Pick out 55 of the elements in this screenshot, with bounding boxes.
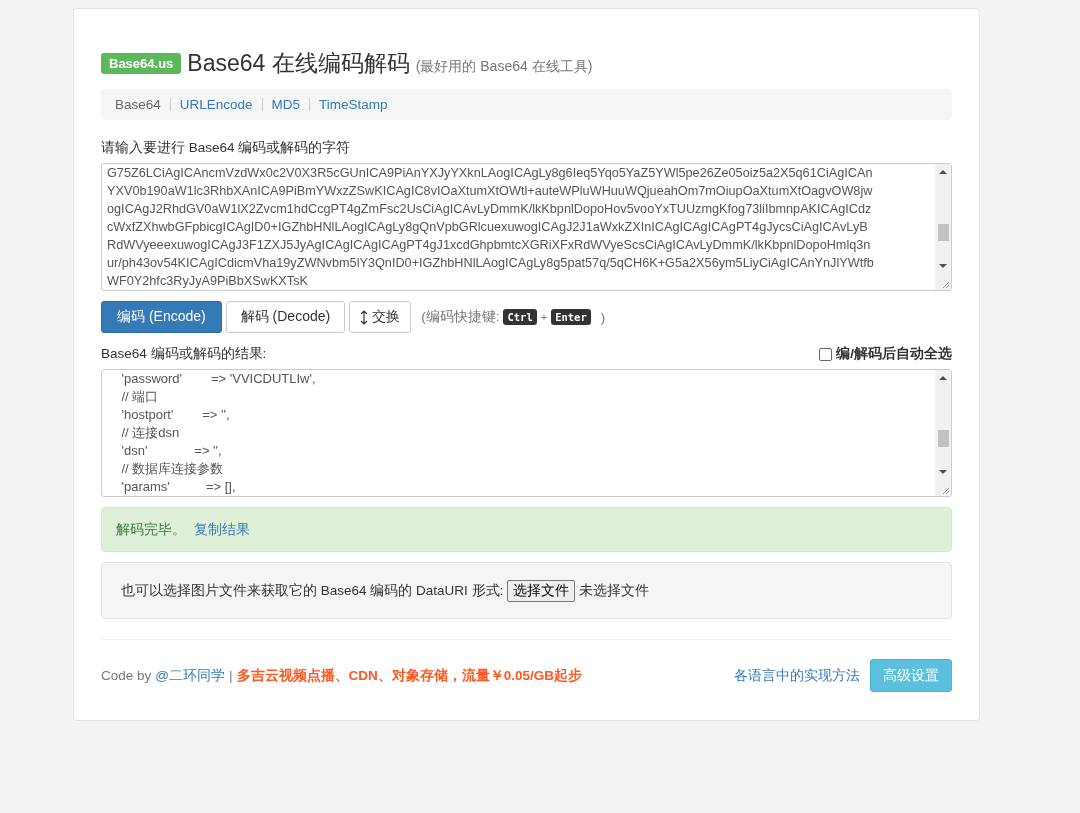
resize-grip-icon[interactable] bbox=[941, 486, 950, 496]
output-textarea[interactable]: 'password' => 'VVICDUTLIw', // 端口 'hostport' => '', // 连接dsn 'dsn' => '', // 数据库连接参数 'params' => [], bbox=[101, 369, 952, 498]
auto-select-checkbox[interactable]: 编/解码后自动全选 bbox=[819, 345, 952, 364]
copy-result-link[interactable]: 复制结果 bbox=[194, 520, 250, 539]
shortcut-hint: (编码快捷键: bbox=[421, 308, 500, 327]
key-cap: Enter bbox=[551, 309, 591, 326]
implementations-link[interactable]: 各语言中的实现方法 bbox=[734, 666, 860, 685]
vertical-arrows-icon bbox=[360, 309, 369, 325]
scroll-down-icon[interactable] bbox=[939, 470, 947, 475]
choose-file-button[interactable]: 选择文件 bbox=[507, 579, 576, 602]
scrollbar[interactable] bbox=[935, 164, 951, 291]
text-line: cWxfZXhwbGFpbicgICAgID0+IGZhbHNlLAogICAgLy8gQnVpbGRlcuexuwogICAgJ2J1aWxkZXInICAgICAgICAgPT4gJycsCiAgICAvLyB bbox=[107, 219, 869, 237]
nav-link[interactable]: URLEncode bbox=[179, 97, 253, 113]
scroll-thumb[interactable] bbox=[937, 430, 949, 448]
input-textarea[interactable] bbox=[101, 163, 952, 292]
key-joiner: + bbox=[540, 311, 548, 324]
text-line: YXV0b190aW1lc3RhbXAnICA9PiBmYWxzZSwKICAgIC8vIOaXtumXtOWtl+auteWPluWHuuWQjueahOm7mOiupOaXtumXtOagvOW8jw bbox=[107, 183, 874, 201]
field-label: Base64 编码或解码的结果: bbox=[101, 345, 267, 364]
text-line: // 连接dsn bbox=[120, 424, 181, 443]
credit-text: Code by bbox=[101, 668, 152, 683]
text-line: // 端口 bbox=[120, 388, 160, 407]
scroll-up-icon[interactable] bbox=[939, 170, 947, 175]
field-label: 请输入要进行 Base64 编码或解码的字符 bbox=[101, 139, 351, 158]
decode-button[interactable]: 解码 (Decode) bbox=[225, 301, 346, 334]
text-line: 'dsn' => '', bbox=[120, 442, 223, 461]
key-cap: Ctrl bbox=[503, 309, 537, 326]
scrollbar[interactable] bbox=[935, 370, 951, 497]
nav-link[interactable]: TimeStamp bbox=[319, 97, 388, 113]
separator: | bbox=[229, 668, 233, 683]
page-subtitle: (最好用的 Base64 在线工具) bbox=[415, 58, 593, 76]
text-line: 'password' => 'VVICDUTLIw', bbox=[120, 370, 317, 389]
text-line: // 数据库连接参数 bbox=[120, 460, 225, 479]
text-line: ogICAgJ2RhdGV0aW1lX2Zvcm1hdCcgPT4gZmFsc2UsCiAgICAvLyDmmK/lkKbpnlDopoHov5vooYxTUUzmgKfog73liIbmnpAKICAgICdz bbox=[107, 201, 873, 219]
nav-link[interactable]: MD5 bbox=[271, 97, 301, 113]
text-line: 'params' => [], bbox=[120, 478, 237, 497]
status-message: 解码完毕。 bbox=[116, 520, 186, 539]
text-line: 'hostport' => '', bbox=[120, 406, 231, 425]
file-status: 未选择文件 bbox=[579, 581, 650, 600]
text-line: G75Z6LCiAgICAncmVzdWx0c2V0X3R5cGUnICA9PiAnYXJyYXknLAogICAgLy8g6Ieq5Yqo5YaZ5YWl5pe26Ze05oiz5a2X5q61CiAgICAn bbox=[107, 165, 874, 183]
scroll-down-icon[interactable] bbox=[939, 264, 947, 269]
page-title: Base64 在线编码解码 bbox=[187, 49, 410, 78]
swap-button[interactable]: 交换 bbox=[349, 301, 412, 334]
scroll-up-icon[interactable] bbox=[939, 376, 947, 381]
text-line: RdWVyeeexuwogICAgJ3F1ZXJ5JyAgICAgICAgICAgPT4gJ1xcdGhpbmtcXGRiXFxRdWVyeScsCiAgICAvLyDmmK/lkKbpnlDopoHmlq3n bbox=[107, 237, 872, 255]
promo-link[interactable]: 多吉云视频点播、CDN、对象存储，流量￥0.05/GB起步 bbox=[236, 666, 583, 685]
file-prompt: 也可以选择图片文件来获取它的 Base64 编码的 DataURI 形式: bbox=[121, 581, 504, 600]
author-link[interactable]: @二环同学 bbox=[155, 666, 225, 685]
resize-grip-icon[interactable] bbox=[941, 280, 950, 290]
text-line: WF0Y2hfc3RyJyA9PiBbXSwKXTsK bbox=[107, 273, 309, 291]
shortcut-hint: ) bbox=[600, 309, 606, 325]
encode-button[interactable]: 编码 (Encode) bbox=[101, 301, 222, 334]
scroll-thumb[interactable] bbox=[937, 224, 949, 242]
site-badge: Base64.us bbox=[101, 53, 182, 74]
text-line: ur/ph43ov54KICAgICdicmVha19yZWNvbm5lY3QnID0+IGZhbHNlLAogICAgLy8g5pat57q/5qCH6K+G5a2X56ym5LiyCiAgICAnYnJlYWtfb bbox=[107, 255, 875, 273]
nav-link[interactable]: Base64 bbox=[115, 97, 161, 113]
